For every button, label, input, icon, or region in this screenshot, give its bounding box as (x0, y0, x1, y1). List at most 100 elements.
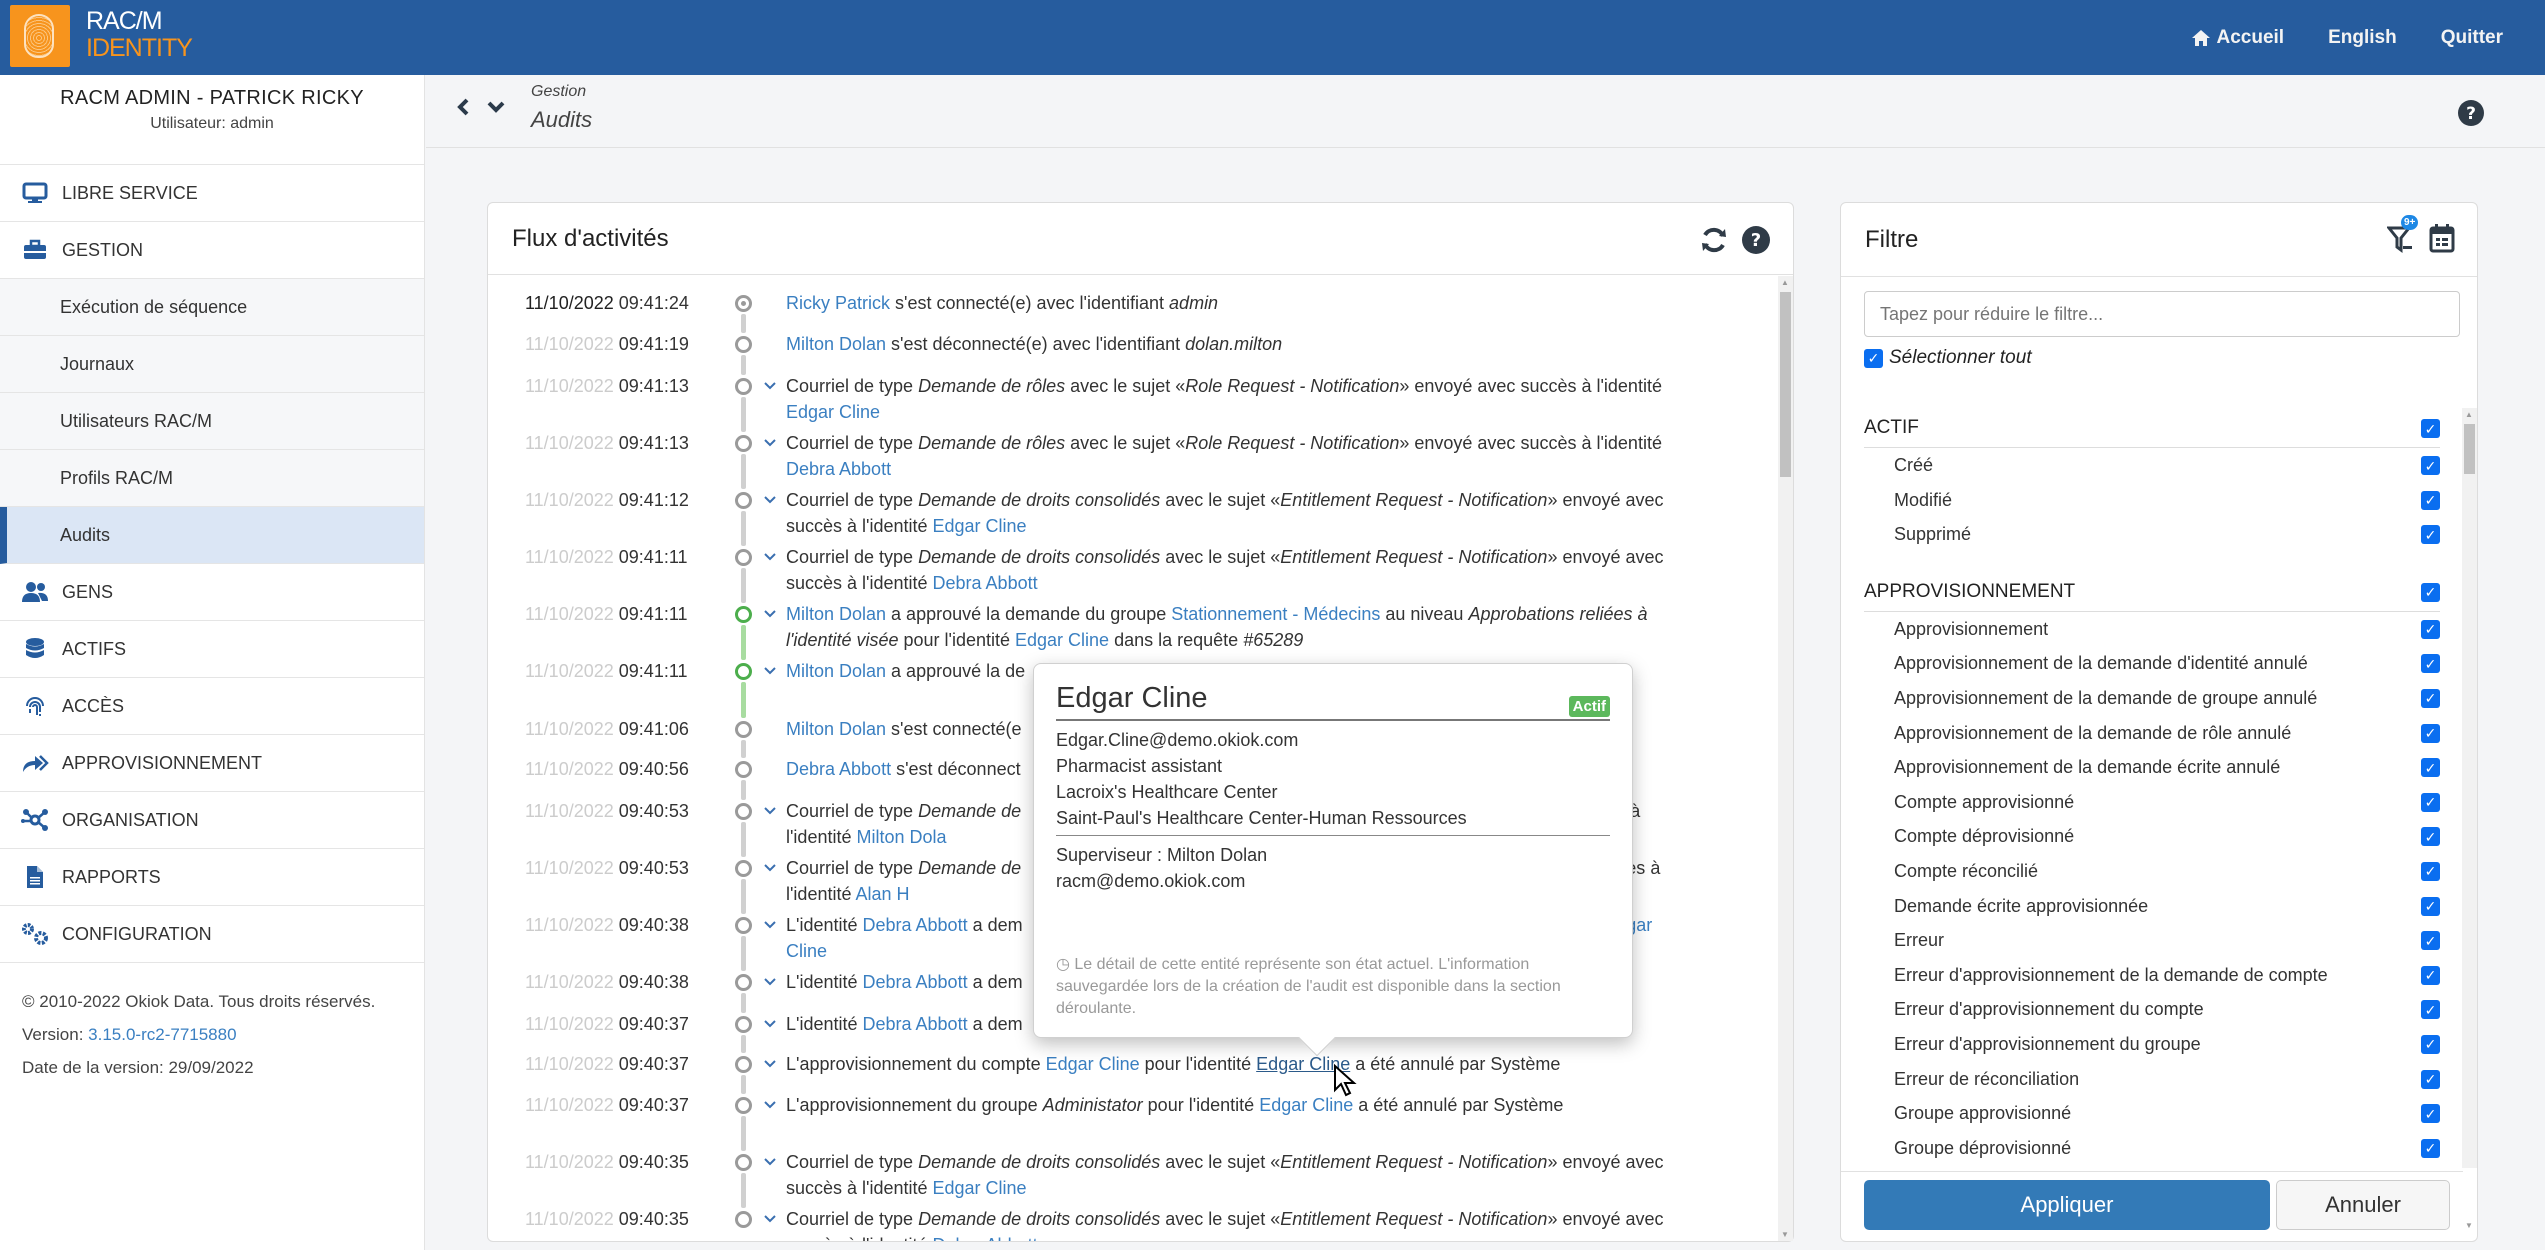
filter-option-checkbox[interactable]: ✓ (2421, 896, 2440, 916)
scroll-down-arrow[interactable]: ▼ (2465, 1221, 2473, 1230)
entity-link[interactable]: Edgar Cline (1046, 1054, 1140, 1074)
filter-option[interactable]: Groupe déprovisionné ✓ (1864, 1131, 2440, 1166)
filter-option[interactable]: Approvisionnement de la demande de rôle … (1864, 716, 2440, 751)
select-all[interactable]: ✓ Sélectionner tout (1864, 347, 2032, 369)
version-link[interactable]: 3.15.0-rc2-7715880 (88, 1025, 236, 1044)
filter-option-checkbox[interactable]: ✓ (2421, 758, 2440, 778)
activity-help-button[interactable]: ? (1741, 225, 1771, 262)
entity-link[interactable]: Debra Abbott (933, 573, 1038, 593)
entity-link[interactable]: Debra Abbott (863, 972, 968, 992)
filter-option-checkbox[interactable]: ✓ (2421, 965, 2440, 985)
filter-option[interactable]: Groupe approvisionné ✓ (1864, 1096, 2440, 1131)
filter-option-checkbox[interactable]: ✓ (2421, 931, 2440, 951)
sidebar-item-libre-service[interactable]: LIBRE SERVICE (0, 165, 424, 222)
filter-option-checkbox[interactable]: ✓ (2421, 1000, 2440, 1020)
scrollbar-thumb[interactable] (2464, 424, 2475, 474)
scroll-up-arrow[interactable]: ▲ (1781, 278, 1789, 287)
sidebar-item-actifs[interactable]: ACTIFS (0, 621, 424, 678)
back-button[interactable] (456, 97, 470, 122)
filter-option-checkbox[interactable]: ✓ (2421, 1069, 2440, 1089)
entity-link[interactable]: Milton Dolan (786, 334, 886, 354)
filter-option[interactable]: Erreur ✓ (1864, 923, 2440, 958)
expand-chevron-icon[interactable] (763, 969, 777, 1003)
expand-chevron-icon[interactable] (763, 798, 777, 832)
filter-option[interactable]: Modifié ✓ (1864, 483, 2440, 518)
filter-group-header[interactable]: APPROVISIONNEMENT ✓ (1864, 572, 2440, 612)
entity-link[interactable]: Edgar Cline (933, 1178, 1027, 1198)
expand-chevron-icon[interactable] (763, 601, 777, 635)
filter-option-checkbox[interactable]: ✓ (2421, 688, 2440, 708)
filter-option[interactable]: Approvisionnement de la demande de group… (1864, 681, 2440, 716)
expand-chevron-icon[interactable] (763, 855, 777, 889)
filter-option[interactable]: Erreur d'approvisionnement de la demande… (1864, 958, 2440, 993)
sidebar-subitem-profils-rac-m[interactable]: Profils RAC/M (0, 450, 424, 507)
expand-chevron-icon[interactable] (763, 544, 777, 578)
entity-link[interactable]: Debra Abbott (863, 1014, 968, 1034)
scroll-up-arrow[interactable]: ▲ (2465, 410, 2473, 419)
sidebar-item-configuration[interactable]: CONFIGURATION (0, 906, 424, 963)
entity-link[interactable]: Edgar Cline (786, 402, 880, 422)
home-link[interactable]: Accueil (2191, 27, 2284, 49)
filter-option[interactable]: Approvisionnement ✓ (1864, 612, 2440, 647)
filter-option[interactable]: Compte réconcilié ✓ (1864, 854, 2440, 889)
entity-link[interactable]: Milton Dola (856, 827, 946, 847)
entity-link[interactable]: Stationnement - Médecins (1171, 604, 1380, 624)
entity-link[interactable]: Edgar Cline (1259, 1095, 1353, 1115)
clear-filter-button[interactable]: 9+ (2385, 215, 2419, 260)
filter-option-checkbox[interactable]: ✓ (2421, 525, 2440, 545)
entity-link[interactable]: Edgar Cline (1015, 630, 1109, 650)
expand-chevron-icon[interactable] (763, 912, 777, 946)
filter-option[interactable]: Demande écrite approvisionnée ✓ (1864, 889, 2440, 924)
sidebar-subitem-audits[interactable]: Audits (0, 507, 424, 564)
filter-group-header[interactable]: ACTIF ✓ (1864, 408, 2440, 448)
sidebar-subitem-journaux[interactable]: Journaux (0, 336, 424, 393)
filter-option-checkbox[interactable]: ✓ (2421, 723, 2440, 743)
expand-chevron-icon[interactable] (763, 1206, 777, 1240)
filter-option-checkbox[interactable]: ✓ (2421, 861, 2440, 881)
expand-breadcrumb-button[interactable] (486, 97, 506, 122)
filter-option-checkbox[interactable]: ✓ (2421, 619, 2440, 639)
filter-option-checkbox[interactable]: ✓ (2421, 792, 2440, 812)
scroll-down-arrow[interactable]: ▼ (1781, 1230, 1789, 1239)
sidebar-item-approvisionnement[interactable]: APPROVISIONNEMENT (0, 735, 424, 792)
sidebar-item-organisation[interactable]: ORGANISATION (0, 792, 424, 849)
filter-group-checkbox[interactable]: ✓ (2421, 419, 2440, 438)
entity-link[interactable]: Milton Dolan (786, 661, 886, 681)
activity-scrollbar[interactable]: ▲ ▼ (1778, 276, 1793, 1241)
entity-link[interactable]: Milton Dolan (786, 719, 886, 739)
scrollbar-thumb[interactable] (1780, 292, 1791, 477)
sidebar-subitem-execution-de-sequence[interactable]: Exécution de séquence (0, 279, 424, 336)
entity-link[interactable]: Ricky Patrick (786, 293, 890, 313)
sidebar-subitem-utilisateurs-rac-m[interactable]: Utilisateurs RAC/M (0, 393, 424, 450)
filter-option-checkbox[interactable]: ✓ (2421, 456, 2440, 475)
filter-option-checkbox[interactable]: ✓ (2421, 1104, 2440, 1124)
cancel-button[interactable]: Annuler (2276, 1180, 2450, 1230)
filter-option[interactable]: Créé ✓ (1864, 448, 2440, 483)
filter-option[interactable]: Approvisionnement de la demande écrite a… (1864, 750, 2440, 785)
expand-chevron-icon[interactable] (763, 373, 777, 407)
sidebar-item-rapports[interactable]: RAPPORTS (0, 849, 424, 906)
filter-option-checkbox[interactable]: ✓ (2421, 827, 2440, 847)
apply-button[interactable]: Appliquer (1864, 1180, 2270, 1230)
filter-option[interactable]: Erreur d'approvisionnement du groupe ✓ (1864, 1027, 2440, 1062)
entity-link[interactable]: Milton Dolan (786, 604, 886, 624)
filter-scrollbar[interactable]: ▲ ▼ (2462, 408, 2477, 1230)
filter-option[interactable]: Compte approvisionné ✓ (1864, 785, 2440, 820)
entity-link[interactable]: Edgar Cline (933, 516, 1027, 536)
filter-group-checkbox[interactable]: ✓ (2421, 582, 2440, 602)
sidebar-item-gestion[interactable]: GESTION (0, 222, 424, 279)
date-filter-button[interactable] (2429, 223, 2455, 260)
entity-link[interactable]: Debra Abbott (933, 1235, 1038, 1241)
entity-link[interactable]: Debra Abbott (863, 915, 968, 935)
entity-link[interactable]: Alan H (856, 884, 910, 904)
select-all-checkbox[interactable]: ✓ (1864, 348, 1883, 368)
entity-link[interactable]: Debra Abbott (786, 459, 891, 479)
expand-chevron-icon[interactable] (763, 658, 777, 692)
language-link[interactable]: English (2328, 27, 2397, 49)
filter-option[interactable]: Approvisionnement de la demande d'identi… (1864, 646, 2440, 681)
quit-link[interactable]: Quitter (2441, 27, 2503, 49)
filter-option[interactable]: Erreur d'approvisionnement du compte ✓ (1864, 992, 2440, 1027)
refresh-button[interactable] (1699, 226, 1729, 261)
filter-option-checkbox[interactable]: ✓ (2421, 654, 2440, 674)
filter-option[interactable]: Supprimé ✓ (1864, 517, 2440, 552)
